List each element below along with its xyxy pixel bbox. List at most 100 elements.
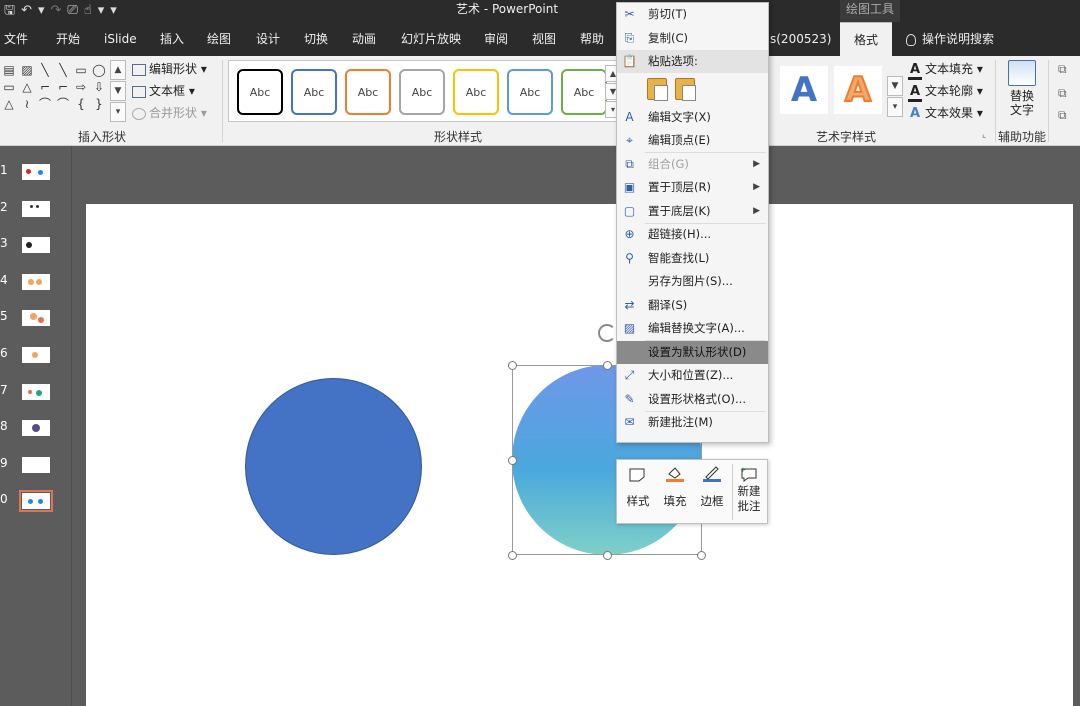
edit-shape-button[interactable]: 编辑形状 ▾ (132, 60, 207, 77)
slide-thumbnail[interactable]: 2 (0, 199, 72, 223)
resize-handle[interactable] (508, 361, 517, 370)
tab-addin[interactable]: s(200523) (770, 22, 831, 56)
tab-slideshow[interactable]: 幻灯片放映 (401, 22, 461, 56)
touch-mode-icon[interactable]: ☝ (84, 0, 92, 22)
touch-dropdown-icon[interactable]: ▾ (98, 0, 105, 22)
slide-thumbnail[interactable]: 4 (0, 272, 72, 296)
text-fill-button[interactable]: A 文本填充 ▾ (908, 60, 983, 80)
tab-insert[interactable]: 插入 (160, 22, 184, 56)
shape-style-swatch[interactable]: Abc (291, 69, 337, 115)
tab-transitions[interactable]: 切换 (304, 22, 328, 56)
mini-outline-button[interactable]: 边框 (695, 466, 729, 509)
mini-fill-button[interactable]: 填充 (658, 466, 692, 509)
tab-animations[interactable]: 动画 (352, 22, 376, 56)
slide-thumbnail[interactable]: 5 (0, 308, 72, 332)
shape-option-icon[interactable]: ╲ (54, 62, 72, 79)
shape-style-swatch[interactable]: Abc (237, 69, 283, 115)
slide-thumbnail[interactable]: 3 (0, 235, 72, 259)
shape-option-icon[interactable]: △ (0, 96, 18, 113)
paste-option-icon[interactable] (647, 77, 668, 101)
shape-style-swatch[interactable]: Abc (507, 69, 553, 115)
context-menu-item[interactable]: ▨ 编辑替换文字(A)... (617, 317, 768, 340)
slide-thumbnail[interactable]: 1 (0, 162, 72, 186)
tab-help[interactable]: 帮助 (580, 22, 604, 56)
mini-new-comment-button[interactable]: + 新建 批注 (733, 466, 765, 514)
tab-design[interactable]: 设计 (256, 22, 280, 56)
tab-home[interactable]: 开始 (56, 22, 80, 56)
gallery-more-icon[interactable]: ▾ (110, 102, 126, 122)
text-box-button[interactable]: 文本框 ▾ (132, 82, 195, 99)
context-menu-item[interactable]: 另存为图片(S)... (617, 270, 768, 293)
chevron-up-icon[interactable]: ▲ (110, 60, 126, 80)
shape-option-icon[interactable]: { (72, 96, 90, 113)
shape-style-swatch[interactable]: Abc (561, 69, 607, 115)
shape-option-icon[interactable]: ◯ (90, 62, 108, 79)
context-menu-item[interactable]: ✂ 剪切(T) (617, 3, 768, 26)
context-menu-item[interactable]: ✉ 新建批注(M) (617, 411, 768, 434)
mini-style-button[interactable]: 样式 (621, 466, 655, 509)
redo-icon[interactable]: ↷ (51, 0, 62, 22)
shape-style-swatch[interactable]: Abc (453, 69, 499, 115)
slide-thumbnail[interactable]: 8 (0, 418, 72, 442)
shape-option-icon[interactable]: ⌒ (54, 96, 72, 113)
shape-option-icon[interactable]: ≀ (18, 96, 36, 113)
shape-style-swatch[interactable]: Abc (345, 69, 391, 115)
tab-draw[interactable]: 绘图 (207, 22, 231, 56)
merge-shapes-button[interactable]: 合并形状 ▾ (132, 104, 207, 121)
wordart-blue-sample[interactable]: A (780, 66, 828, 114)
context-menu-item[interactable]: ⚲ 智能查找(L) (617, 247, 768, 270)
dialog-launcher-icon[interactable]: ⌞ (982, 130, 986, 140)
present-icon[interactable]: ⎚ (67, 0, 77, 22)
wordart-orange-sample[interactable]: A (834, 66, 882, 114)
context-menu-item[interactable]: ⊕ 超链接(H)... (617, 223, 768, 246)
customize-qat-icon[interactable]: ▾ (110, 0, 117, 22)
shape-option-icon[interactable]: ╲ (36, 62, 54, 79)
resize-handle[interactable] (697, 551, 706, 560)
tab-review[interactable]: 审阅 (484, 22, 508, 56)
shape-option-icon[interactable]: ⇨ (72, 79, 90, 96)
arrange-icon[interactable]: ⧉ (1058, 108, 1067, 123)
slide-thumbnail[interactable]: 9 (0, 455, 72, 479)
shape-option-icon[interactable]: ▭ (72, 62, 90, 79)
gallery-more-icon[interactable]: ▾ (887, 97, 903, 117)
undo-icon[interactable]: ↶ (21, 0, 32, 22)
rotate-handle-icon[interactable] (598, 324, 616, 342)
arrange-icon[interactable]: ⧉ (1058, 86, 1067, 101)
shape-option-icon[interactable]: ▨ (18, 62, 36, 79)
chevron-down-icon[interactable]: ▼ (887, 76, 903, 96)
slide-thumbnail[interactable]: 6 (0, 345, 72, 369)
context-menu-item[interactable]: ⎘ 复制(C) (617, 27, 768, 50)
shape-option-icon[interactable]: ⌐ (54, 79, 72, 96)
resize-handle[interactable] (508, 551, 517, 560)
shape-option-icon[interactable]: ▤ (0, 62, 18, 79)
paste-option-icon[interactable] (675, 77, 696, 101)
text-outline-button[interactable]: A 文本轮廓 ▾ (908, 82, 983, 102)
shape-option-icon[interactable]: ⌐ (36, 79, 54, 96)
tell-me-search[interactable]: 操作说明搜索 (906, 22, 994, 56)
context-menu-item[interactable]: ⧉ 组合(G) ▶ (617, 153, 768, 176)
blue-circle-shape[interactable] (245, 378, 422, 555)
save-icon[interactable]: 🖫 (4, 0, 15, 22)
undo-dropdown-icon[interactable]: ▾ (38, 0, 45, 22)
context-menu-item[interactable]: 设置为默认形状(D) (617, 340, 768, 364)
context-menu-item[interactable]: A 编辑文字(X) (617, 106, 768, 129)
shape-option-icon[interactable]: △ (18, 79, 36, 96)
slide-thumbnail[interactable]: 7 (0, 382, 72, 406)
chevron-down-icon[interactable]: ▼ (110, 81, 126, 101)
context-menu-item[interactable]: ▢ 置于底层(K) ▶ (617, 200, 768, 223)
tab-file[interactable]: 文件 (4, 22, 28, 56)
text-effects-button[interactable]: A 文本效果 ▾ (908, 104, 983, 121)
tab-islide[interactable]: iSlide (104, 22, 137, 56)
shape-option-icon[interactable]: ▭ (0, 79, 18, 96)
context-menu-item[interactable]: ✎ 设置形状格式(O)... (617, 388, 768, 411)
shape-option-icon[interactable]: } (90, 96, 108, 113)
context-menu-item[interactable]: ⤢ 大小和位置(Z)... (617, 364, 768, 387)
alt-text-button[interactable]: 替换 文字 (1004, 60, 1040, 117)
arrange-icon[interactable]: ⧉ (1058, 62, 1067, 77)
resize-handle[interactable] (508, 456, 517, 465)
shape-style-swatch[interactable]: Abc (399, 69, 445, 115)
resize-handle[interactable] (603, 551, 612, 560)
shape-option-icon[interactable]: ⌒ (36, 96, 54, 113)
tab-view[interactable]: 视图 (532, 22, 556, 56)
context-menu-item[interactable]: ⇄ 翻译(S) (617, 294, 768, 317)
